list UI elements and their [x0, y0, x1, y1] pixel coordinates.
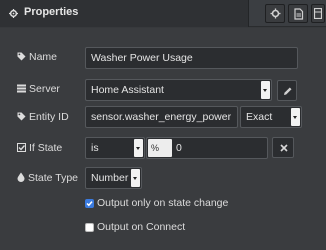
- chevron-down-icon: [131, 169, 140, 187]
- pencil-icon: [284, 87, 292, 95]
- entity-id-input[interactable]: sensor.washer_energy_power: [85, 106, 238, 128]
- tab-properties-label: Properties: [24, 6, 79, 18]
- state-type-label: State Type: [17, 172, 78, 184]
- x-icon: [280, 144, 288, 152]
- output-on-connect-label: Output on Connect: [97, 221, 186, 233]
- appearance-button[interactable]: [311, 4, 325, 23]
- server-select[interactable]: Home Assistant: [85, 79, 272, 101]
- checkmark-icon: [86, 201, 93, 207]
- chevron-down-icon: [134, 139, 143, 157]
- name-label: Name: [17, 51, 57, 63]
- tab-properties[interactable]: Properties: [0, 0, 249, 27]
- grid-icon: [314, 8, 322, 19]
- value-type-glyph: %: [151, 143, 160, 153]
- name-input[interactable]: Washer Power Usage: [85, 47, 298, 69]
- if-state-label: If State: [17, 142, 62, 154]
- state-type-select[interactable]: Number: [85, 167, 142, 189]
- tag-icon: [17, 112, 26, 121]
- checkbox-icon: [17, 143, 26, 152]
- if-state-operator-select[interactable]: is: [85, 137, 145, 159]
- tag-icon: [17, 52, 26, 61]
- edit-server-button[interactable]: [277, 80, 297, 101]
- server-label: Server: [17, 83, 60, 95]
- output-on-connect-checkbox[interactable]: [85, 223, 94, 232]
- editor-header: Properties: [0, 0, 326, 27]
- entity-id-label: Entity ID: [17, 111, 69, 123]
- server-icon: [17, 84, 26, 93]
- chevron-down-icon: [291, 108, 300, 126]
- output-on-state-change-label: Output only on state change: [97, 197, 229, 209]
- document-icon: [294, 8, 304, 20]
- description-button[interactable]: [288, 4, 308, 23]
- settings-icon: [270, 8, 281, 19]
- entity-match-select[interactable]: Exact: [240, 106, 302, 128]
- clear-state-button[interactable]: [272, 137, 294, 158]
- chevron-down-icon: [261, 81, 270, 99]
- if-state-value-input[interactable]: % 0: [146, 137, 268, 159]
- gear-icon: [9, 9, 18, 18]
- value-type-select[interactable]: %: [148, 139, 172, 157]
- settings-button[interactable]: [265, 4, 285, 23]
- output-on-state-change-checkbox[interactable]: [85, 199, 94, 208]
- droplet-icon: [17, 172, 25, 182]
